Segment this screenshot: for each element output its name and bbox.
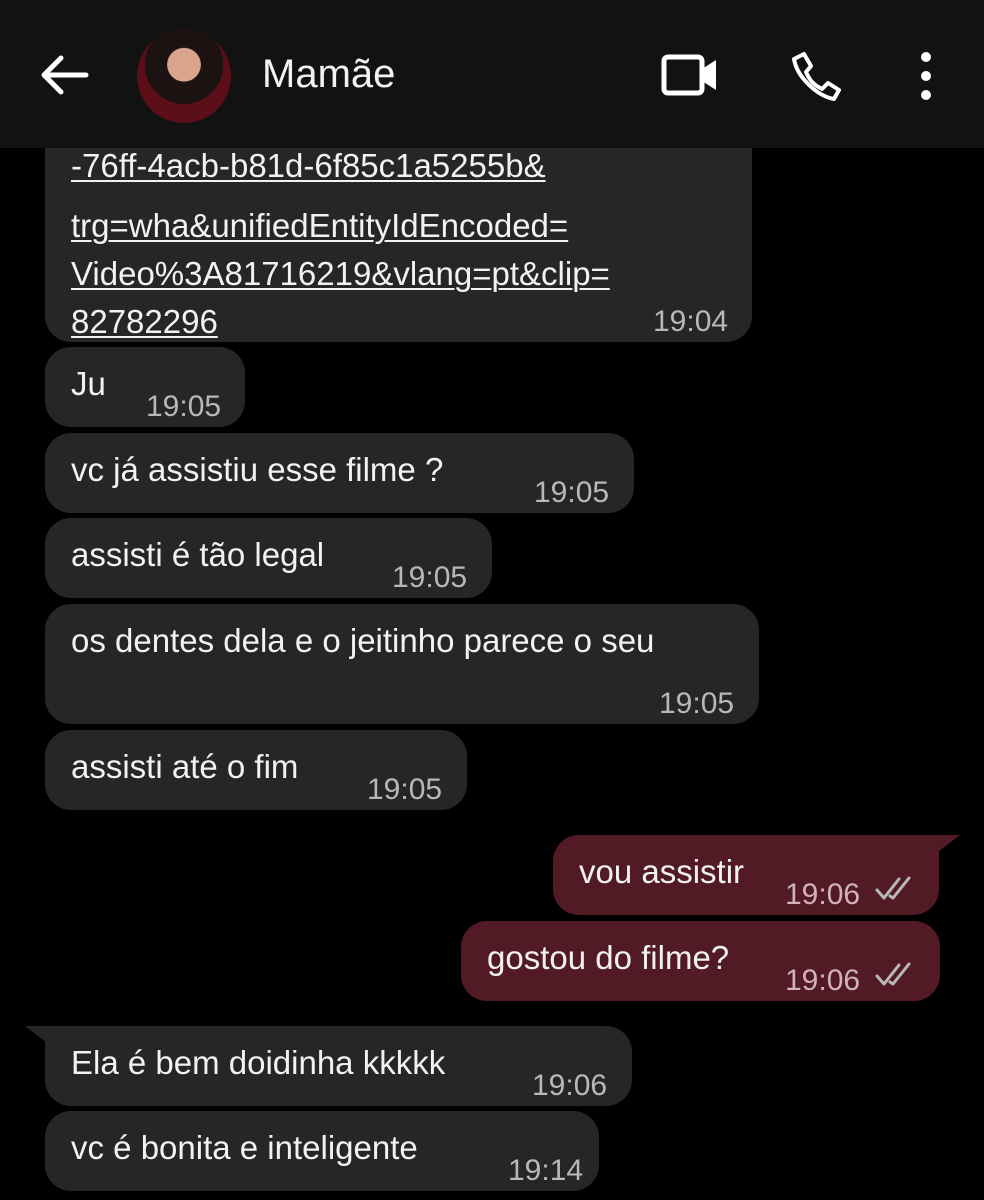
message-time: 19:05 xyxy=(659,687,735,720)
message-time: 19:14 xyxy=(508,1154,584,1187)
message-text: vc é bonita e inteligente xyxy=(71,1129,418,1166)
link-text[interactable]: Video%3A81716219&vlang=pt&clip= xyxy=(71,250,610,298)
read-receipt-icon xyxy=(875,962,911,986)
message-link-bubble[interactable]: -76ff-4acb-b81d-6f85c1a5255b& trg=wha&un… xyxy=(45,120,752,342)
message-time: 19:06 xyxy=(532,1069,608,1102)
message-bubble[interactable]: Ju 19:05 xyxy=(45,347,245,427)
message-bubble[interactable]: vc é bonita e inteligente 19:14 xyxy=(45,1111,599,1191)
contact-name[interactable]: Mamãe xyxy=(262,50,395,98)
message-bubble[interactable]: vc já assistiu esse filme ? 19:05 xyxy=(45,433,634,513)
message-time: 19:06 xyxy=(785,878,861,911)
video-call-icon[interactable] xyxy=(660,50,720,100)
message-text: gostou do filme? xyxy=(487,939,730,976)
link-text[interactable]: trg=wha&unifiedEntityIdEncoded= xyxy=(71,202,568,250)
message-bubble-outgoing[interactable]: gostou do filme? 19:06 xyxy=(461,921,940,1001)
link-text[interactable]: -76ff-4acb-b81d-6f85c1a5255b& xyxy=(71,142,546,190)
message-bubble-outgoing[interactable]: vou assistir 19:06 xyxy=(553,835,939,915)
message-time: 19:05 xyxy=(534,476,610,509)
message-text: assisti é tão legal xyxy=(71,536,325,573)
message-text: vc já assistiu esse filme ? xyxy=(71,451,444,488)
message-text: Ju xyxy=(71,365,106,402)
more-vertical-icon[interactable] xyxy=(915,50,937,102)
read-receipt-icon xyxy=(875,876,911,900)
phone-icon[interactable] xyxy=(790,50,842,102)
message-text: os dentes dela e o jeitinho parece o seu xyxy=(71,622,655,659)
back-arrow-icon[interactable] xyxy=(36,50,92,100)
message-bubble[interactable]: os dentes dela e o jeitinho parece o seu… xyxy=(45,604,759,724)
message-time: 19:05 xyxy=(146,390,222,423)
message-bubble[interactable]: Ela é bem doidinha kkkkk 19:06 xyxy=(45,1026,632,1106)
message-bubble[interactable]: assisti até o fim 19:05 xyxy=(45,730,467,810)
message-time: 19:05 xyxy=(392,561,468,594)
message-bubble[interactable]: assisti é tão legal 19:05 xyxy=(45,518,492,598)
chat-header: Mamãe xyxy=(0,0,984,148)
message-time: 19:06 xyxy=(785,964,861,997)
message-text: Ela é bem doidinha kkkkk xyxy=(71,1044,446,1081)
link-text[interactable]: 82782296 xyxy=(71,298,218,346)
message-text: vou assistir xyxy=(579,853,745,890)
contact-avatar[interactable] xyxy=(137,29,231,123)
message-time: 19:04 xyxy=(653,305,729,338)
message-time: 19:05 xyxy=(367,773,443,806)
message-text: assisti até o fim xyxy=(71,748,299,785)
